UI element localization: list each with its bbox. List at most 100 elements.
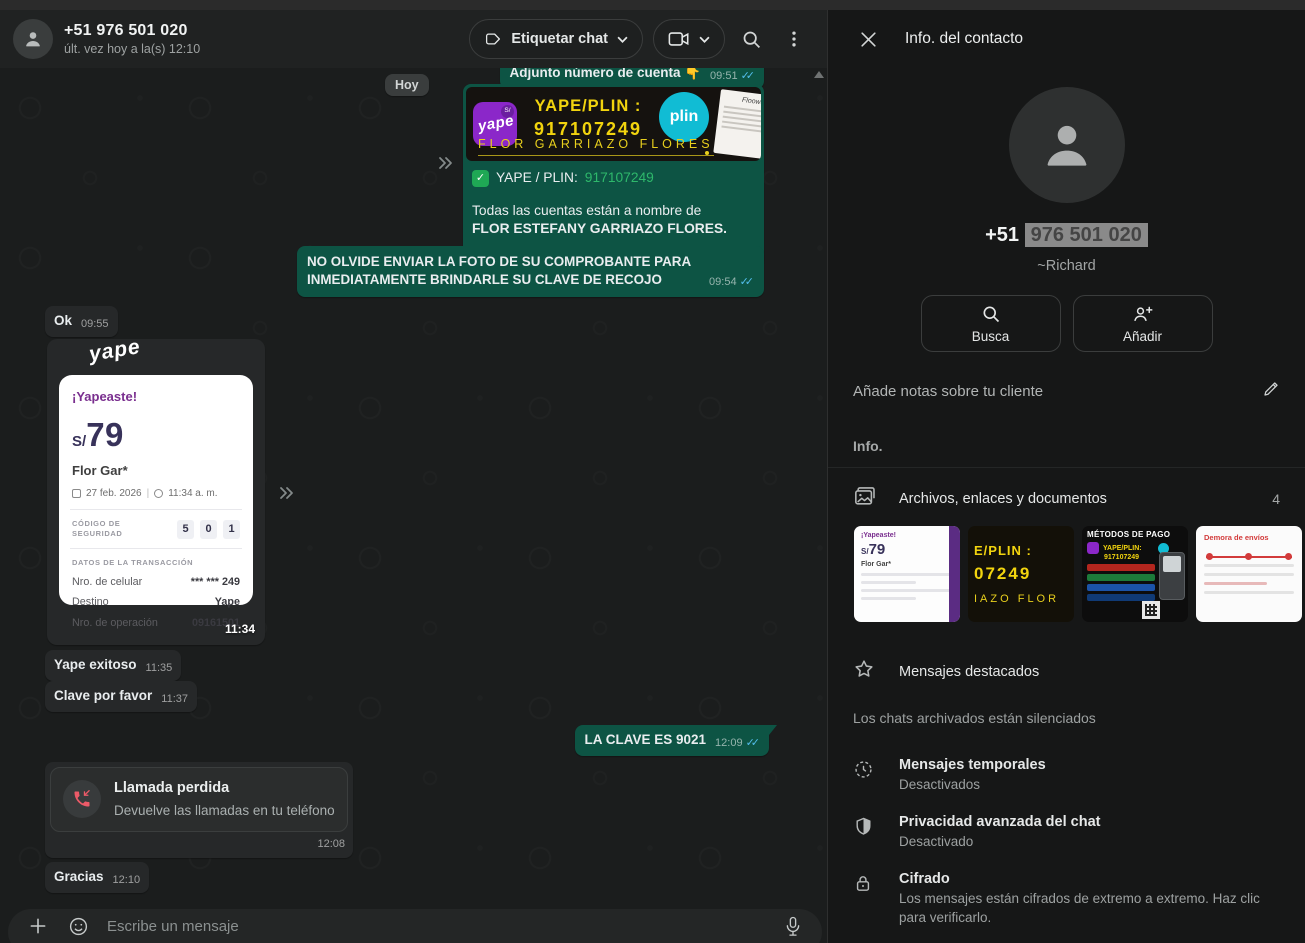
phone-number-selected: 976 501 020 xyxy=(1025,223,1148,247)
caption-number: 917107249 xyxy=(585,169,654,188)
media-thumbnail-yape-plin-banner[interactable]: E/PLIN : 07249 IAZO FLOR xyxy=(968,526,1074,622)
main-layout: +51 976 501 020 últ. vez hoy a la(s) 12:… xyxy=(0,10,1305,943)
person-add-icon xyxy=(1132,304,1154,324)
contact-avatar-large[interactable] xyxy=(1009,87,1125,203)
read-receipt-icon: ✓✓ xyxy=(740,275,754,290)
caption-line2: Todas las cuentas están a nombre de xyxy=(472,202,755,221)
tag-icon xyxy=(484,30,502,48)
row-value: *** *** 249 xyxy=(142,575,240,590)
menu-button[interactable] xyxy=(778,23,810,55)
row-label: Destino xyxy=(72,595,109,610)
forward-icon[interactable] xyxy=(436,155,456,176)
message-text: NO OLVIDE ENVIAR LA FOTO DE SU COMPROBAN… xyxy=(307,254,691,287)
search-icon xyxy=(981,304,1001,324)
emoji-icon xyxy=(68,916,89,937)
media-links-docs-row[interactable]: Archivos, enlaces y documentos 4 xyxy=(828,468,1305,518)
search-chat-button[interactable] xyxy=(735,23,768,56)
notes-placeholder: Añade notas sobre tu cliente xyxy=(853,383,1262,400)
window-titlebar xyxy=(0,0,1305,10)
message-time: 12:10 xyxy=(113,873,141,888)
video-camera-icon xyxy=(668,31,690,47)
receipt-title: ¡Yapeaste! xyxy=(72,388,240,406)
contact-alias: ~Richard xyxy=(828,258,1305,274)
chat-header: +51 976 501 020 últ. vez hoy a la(s) 12:… xyxy=(0,10,827,68)
message-list: Adjunto número de cuenta 👇 09:51✓✓ Hoy S… xyxy=(0,68,827,943)
yape-receipt-image[interactable]: yape ¡Yapeaste! S/79 Flor Gar* 27 feb. 2… xyxy=(47,339,265,645)
message-time: 12:09 xyxy=(715,736,743,751)
message-text: LA CLAVE ES 9021 xyxy=(584,731,706,749)
check-emoji-icon: ✓ xyxy=(472,170,489,187)
attach-plus-button[interactable] xyxy=(26,914,50,938)
receipt-payee: Flor Gar* xyxy=(72,462,240,480)
chat-header-info[interactable]: +51 976 501 020 últ. vez hoy a la(s) 12:… xyxy=(64,22,458,56)
media-thumbnail-payment-methods[interactable]: MÉTODOS DE PAGO YAPE/PLIN: 917107249 xyxy=(1082,526,1188,622)
media-thumbnails: ¡Yapeaste! S/79 Flor Gar* E/PLIN : 07249… xyxy=(828,518,1305,622)
close-panel-button[interactable] xyxy=(853,24,884,55)
archived-chats-note: Los chats archivados están silenciados xyxy=(828,710,1305,726)
receipt-amount: 79 xyxy=(86,416,124,453)
row-subtitle: Desactivados xyxy=(899,776,1046,794)
advanced-privacy-row[interactable]: Privacidad avanzada del chat Desactivado xyxy=(828,804,1305,861)
missed-call-card[interactable]: Llamada perdida Devuelve las llamadas en… xyxy=(50,767,348,832)
message-time: 09:55 xyxy=(81,317,109,332)
plus-icon xyxy=(28,916,48,936)
security-code-digit: 5 xyxy=(177,520,194,539)
message-time: 11:35 xyxy=(146,661,173,676)
pencil-icon[interactable] xyxy=(1262,380,1280,403)
media-thumbnail-yape-receipt[interactable]: ¡Yapeaste! S/79 Flor Gar* xyxy=(854,526,960,622)
chat-panel: +51 976 501 020 últ. vez hoy a la(s) 12:… xyxy=(0,10,827,943)
voice-message-button[interactable] xyxy=(782,914,804,939)
row-title: Mensajes temporales xyxy=(899,757,1046,773)
missed-call-title: Llamada perdida xyxy=(114,779,335,799)
caption-line3: FLOR ESTEFANY GARRIAZO FLORES. xyxy=(472,220,755,239)
starred-messages-row[interactable]: Mensajes destacados xyxy=(828,645,1305,698)
media-thumbnail-shipping-doc[interactable]: Demora de envíos xyxy=(1196,526,1302,622)
caption-label: YAPE / PLIN: xyxy=(496,169,578,188)
add-contact-button[interactable]: Añadir xyxy=(1073,295,1213,352)
video-call-button[interactable] xyxy=(653,19,725,59)
disappearing-messages-row[interactable]: Mensajes temporales Desactivados xyxy=(828,747,1305,804)
message-bubble-in: Ok 09:55 xyxy=(45,306,118,337)
calendar-icon xyxy=(72,489,81,498)
encryption-row[interactable]: Cifrado Los mensajes están cifrados de e… xyxy=(828,861,1305,936)
contact-avatar[interactable] xyxy=(13,19,53,59)
tag-chat-button[interactable]: Etiquetar chat xyxy=(469,19,643,59)
message-bubble-out: LA CLAVE ES 9021 12:09✓✓ xyxy=(575,725,769,756)
missed-call-icon xyxy=(63,780,101,818)
read-receipt-icon: ✓✓ xyxy=(746,736,760,751)
row-value: Yape xyxy=(109,595,240,610)
tag-chat-label: Etiquetar chat xyxy=(511,31,608,47)
message-input[interactable] xyxy=(107,918,766,935)
contact-name: +51 976 501 020 xyxy=(64,22,458,40)
transaction-data-label: DATOS DE LA TRANSACCIÓN xyxy=(72,558,240,568)
message-bubble-out: NO OLVIDE ENVIAR LA FOTO DE SU COMPROBAN… xyxy=(297,246,764,297)
read-receipt-icon: ✓✓ xyxy=(741,69,755,84)
receipt-hour: 11:34 a. m. xyxy=(168,487,217,501)
contact-phone: +51 976 501 020 xyxy=(828,224,1305,247)
info-section-label: Info. xyxy=(828,438,1305,454)
banner-title: YAPE/PLIN : xyxy=(517,95,659,117)
panel-header: Info. del contacto xyxy=(828,10,1305,68)
person-icon xyxy=(1036,114,1098,176)
forward-icon[interactable] xyxy=(277,485,297,506)
missed-call-subtitle: Devuelve las llamadas en tu teléfono xyxy=(114,802,335,820)
date-divider: Hoy xyxy=(385,74,429,96)
message-time: 12:08 xyxy=(317,837,345,852)
search-messages-button[interactable]: Busca xyxy=(921,295,1061,352)
row-label: Nro. de operación xyxy=(72,616,158,631)
contact-actions: Busca Añadir xyxy=(828,295,1305,352)
message-bubble-in: Clave por favor 11:37 xyxy=(45,681,197,712)
message-time: 09:54 xyxy=(709,275,737,290)
chat-header-actions: Etiquetar chat xyxy=(469,19,810,59)
missed-call-message: Llamada perdida Devuelve las llamadas en… xyxy=(45,762,353,858)
media-icon xyxy=(853,485,899,512)
security-code-label: CÓDIGO DE SEGURIDAD xyxy=(72,519,171,539)
media-label: Archivos, enlaces y documentos xyxy=(899,491,1272,507)
message-bubble-in: Gracias 12:10 xyxy=(45,862,149,893)
yape-logo: yape xyxy=(87,339,143,369)
yape-plin-banner-image[interactable]: S/ yape YAPE/PLIN : 917107249 plin Floow… xyxy=(466,87,761,161)
scrollbar-up-arrow[interactable] xyxy=(814,71,824,78)
client-notes-row[interactable]: Añade notas sobre tu cliente xyxy=(828,380,1305,403)
emoji-button[interactable] xyxy=(66,914,91,939)
row-subtitle: Desactivado xyxy=(899,833,1100,851)
